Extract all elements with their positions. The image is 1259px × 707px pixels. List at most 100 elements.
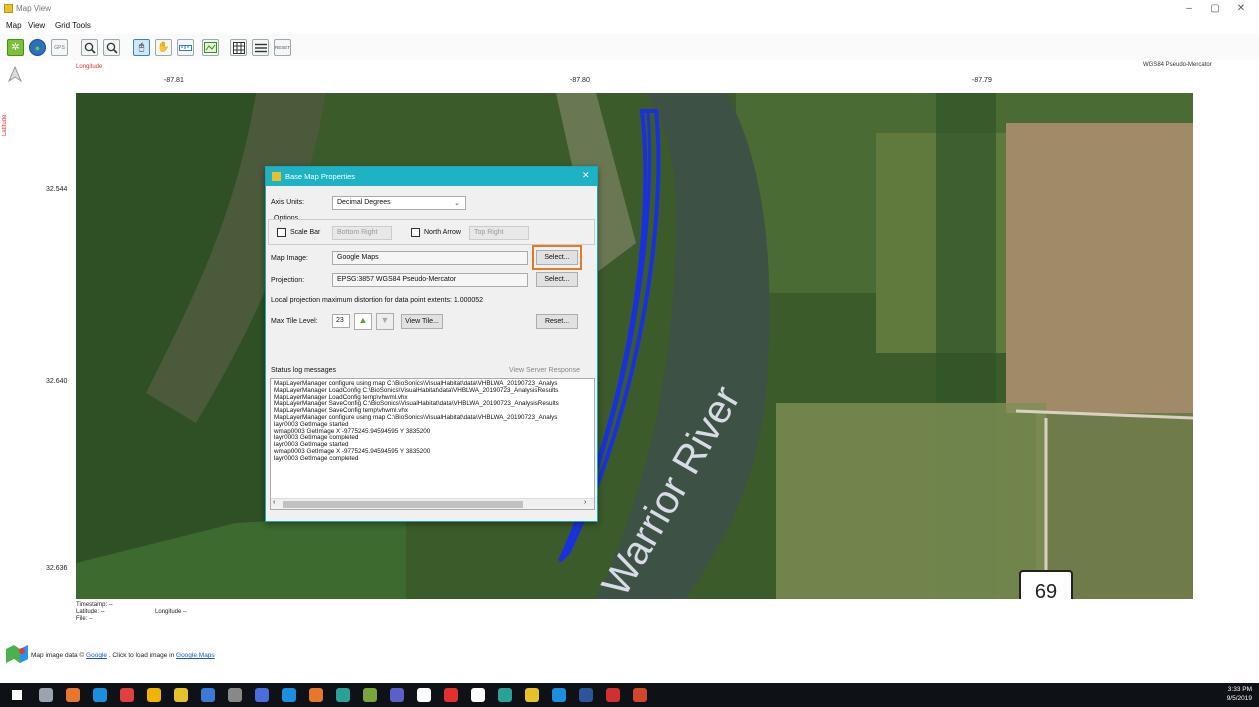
windows-start-icon[interactable] bbox=[12, 690, 22, 700]
vivaldi-icon[interactable] bbox=[120, 688, 134, 702]
longitude-readout: Longitude -- bbox=[155, 609, 188, 615]
ruler-icon[interactable] bbox=[177, 39, 194, 56]
clock-date[interactable]: 9/5/2019 bbox=[1216, 695, 1252, 702]
north-arrow-position-select[interactable]: Top Right bbox=[469, 226, 529, 240]
map-image-value: Google Maps bbox=[337, 254, 379, 261]
map-image-field: Google Maps bbox=[332, 251, 528, 265]
log-line: layr0003 GetImage completed bbox=[274, 454, 359, 462]
reset-button[interactable]: Reset... bbox=[536, 314, 578, 329]
reset-icon[interactable]: RESET bbox=[274, 39, 291, 56]
vhabitat-icon[interactable] bbox=[363, 688, 377, 702]
firefox-dev-icon[interactable] bbox=[309, 688, 323, 702]
status-log[interactable]: MapLayerManager configure using map C:\B… bbox=[270, 378, 595, 510]
north-arrow-position-value: Top Right bbox=[474, 229, 504, 236]
y-axis-label: Latitude bbox=[2, 114, 8, 136]
road-sign-label: 69 bbox=[1035, 581, 1057, 599]
scale-bar-label: Scale Bar bbox=[290, 229, 321, 236]
projection-value: EPSG:3857 WGS84 Pseudo-Mercator bbox=[337, 276, 457, 283]
globe-icon[interactable]: ● bbox=[29, 39, 46, 56]
gps-icon[interactable]: GPS bbox=[51, 39, 68, 56]
satellite-map[interactable]: 69 Warrior River bbox=[76, 93, 1193, 599]
pan-hand-icon[interactable]: ✋ bbox=[155, 39, 172, 56]
word-icon[interactable] bbox=[579, 688, 593, 702]
gear-icon[interactable]: ✲ bbox=[7, 39, 24, 56]
minimize-button[interactable]: – bbox=[1178, 2, 1200, 16]
gps-label: GPS bbox=[54, 44, 65, 51]
map-view-icon[interactable] bbox=[525, 688, 539, 702]
title-bar: Map View – ▢ ✕ bbox=[0, 0, 1259, 18]
scrollbar-thumb[interactable] bbox=[283, 501, 523, 508]
ie-icon[interactable] bbox=[282, 688, 296, 702]
menu-view[interactable]: View bbox=[28, 21, 45, 30]
horizontal-scrollbar[interactable]: ‹ › bbox=[271, 498, 594, 509]
task-view-icon[interactable] bbox=[39, 688, 53, 702]
status-area: Timestamp: -- Latitude: -- Longitude -- … bbox=[0, 600, 1259, 645]
chrome-icon[interactable] bbox=[147, 688, 161, 702]
projection-field-label: Projection: bbox=[271, 277, 305, 284]
app-icon[interactable] bbox=[498, 688, 512, 702]
map-attribution: Map image data © Google . Click to load … bbox=[31, 652, 215, 659]
powerpoint-icon[interactable] bbox=[633, 688, 647, 702]
dialog-app-icon bbox=[272, 172, 281, 181]
tile-level-down-icon[interactable]: ▼ bbox=[376, 313, 394, 330]
map-image-label: Map Image: bbox=[271, 255, 308, 262]
chevron-down-icon: ⌄ bbox=[454, 200, 460, 207]
app-icon[interactable] bbox=[417, 688, 431, 702]
firefox-icon[interactable] bbox=[66, 688, 80, 702]
footer: Map image data © Google . Click to load … bbox=[0, 645, 1259, 683]
view-tile-button[interactable]: View Tile... bbox=[401, 314, 443, 329]
north-arrow-checkbox[interactable] bbox=[411, 228, 420, 237]
base-map-properties-dialog: Base Map Properties ✕ Axis Units: Decima… bbox=[265, 166, 598, 522]
x-tick-label: -87.79 bbox=[972, 77, 992, 84]
close-button[interactable]: ✕ bbox=[1230, 2, 1252, 16]
app-icon[interactable] bbox=[471, 688, 485, 702]
scroll-left-icon[interactable]: ‹ bbox=[273, 499, 275, 506]
latitude-readout: Latitude: -- bbox=[76, 609, 105, 615]
map-export-icon[interactable] bbox=[202, 39, 219, 56]
app-icon[interactable] bbox=[255, 688, 269, 702]
select-icon[interactable]: 🖰 bbox=[133, 39, 150, 56]
dialog-title-bar: Base Map Properties ✕ bbox=[266, 167, 597, 186]
taskbar: 3:33 PM 9/5/2019 bbox=[0, 683, 1259, 707]
app-icon[interactable] bbox=[390, 688, 404, 702]
menu-map[interactable]: Map bbox=[6, 21, 22, 30]
x-tick-label: -87.80 bbox=[570, 77, 590, 84]
app-icon[interactable] bbox=[552, 688, 566, 702]
axis-units-label: Axis Units: bbox=[271, 199, 305, 206]
menu-grid-tools[interactable]: Grid Tools bbox=[55, 21, 91, 30]
map-image-select-button[interactable]: Select... bbox=[536, 250, 578, 265]
clock-time[interactable]: 3:33 PM bbox=[1216, 686, 1252, 693]
axis-units-select[interactable]: Decimal Degrees ⌄ bbox=[332, 196, 466, 210]
list-icon[interactable] bbox=[252, 39, 269, 56]
scale-bar-position-select[interactable]: Bottom Right bbox=[332, 226, 392, 240]
tile-level-up-icon[interactable]: ▲ bbox=[354, 313, 372, 330]
grid-icon[interactable] bbox=[230, 39, 247, 56]
attribution-middle: . Click to load image in bbox=[108, 652, 175, 659]
max-tile-level-input[interactable]: 23 bbox=[332, 314, 350, 328]
app-icon[interactable] bbox=[444, 688, 458, 702]
google-link[interactable]: Google bbox=[86, 652, 107, 659]
status-log-label: Status log messages bbox=[271, 367, 336, 374]
edge-icon[interactable] bbox=[93, 688, 107, 702]
scale-bar-checkbox[interactable] bbox=[277, 228, 286, 237]
acrobat-icon[interactable] bbox=[606, 688, 620, 702]
calculator-icon[interactable] bbox=[228, 688, 242, 702]
scroll-right-icon[interactable]: › bbox=[584, 499, 586, 506]
view-server-response-link[interactable]: View Server Response bbox=[509, 367, 580, 374]
axis-units-value: Decimal Degrees bbox=[337, 199, 391, 206]
zoom-out-icon[interactable] bbox=[103, 39, 120, 56]
file-explorer-icon[interactable] bbox=[174, 688, 188, 702]
distortion-text: Local projection maximum distortion for … bbox=[271, 297, 484, 304]
people-icon[interactable] bbox=[201, 688, 215, 702]
dialog-close-icon[interactable]: ✕ bbox=[582, 170, 590, 181]
projection-select-button[interactable]: Select... bbox=[536, 272, 578, 287]
north-arrow-label: North Arrow bbox=[424, 229, 461, 236]
zoom-in-icon[interactable] bbox=[81, 39, 98, 56]
max-tile-label: Max Tile Level: bbox=[271, 318, 318, 325]
google-maps-link[interactable]: Google Maps bbox=[176, 652, 215, 659]
maximize-button[interactable]: ▢ bbox=[1204, 2, 1226, 16]
y-tick-label: 32.544 bbox=[46, 186, 68, 193]
projection-label: WGS84 Pseudo-Mercator bbox=[1143, 62, 1212, 68]
app-icon[interactable] bbox=[336, 688, 350, 702]
attribution-prefix: Map image data © bbox=[31, 652, 85, 659]
